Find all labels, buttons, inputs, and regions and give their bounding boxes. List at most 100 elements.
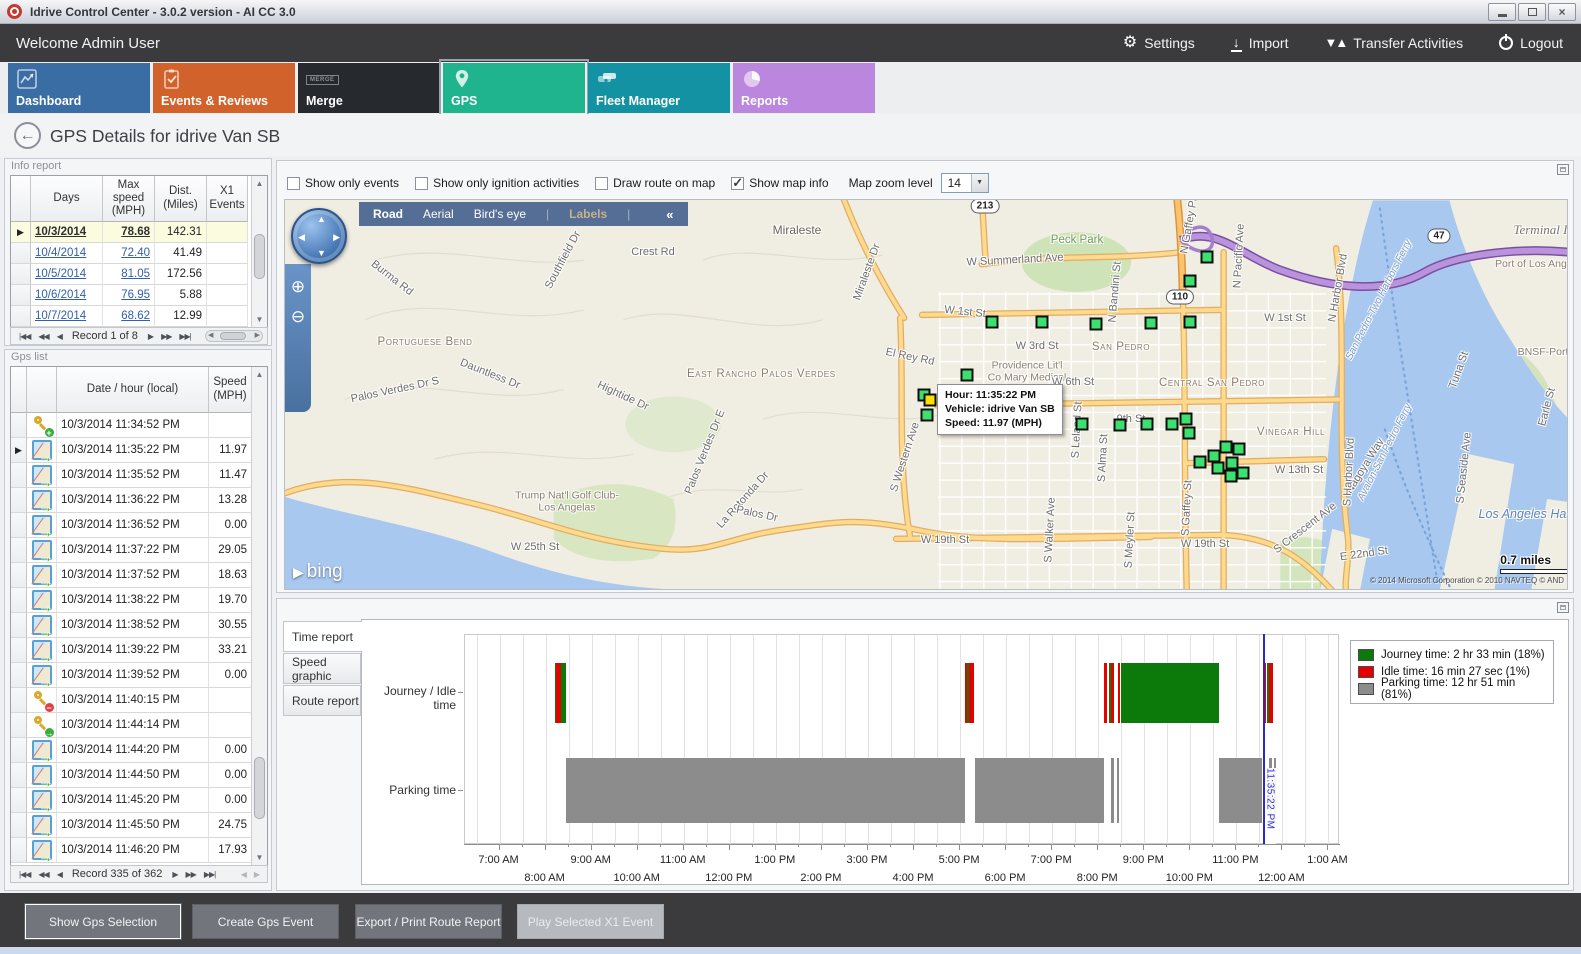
gps-route-marker[interactable]: [986, 316, 999, 329]
gps-route-marker[interactable]: [1076, 418, 1089, 431]
gps-route-marker[interactable]: [1184, 275, 1197, 288]
gps-route-marker[interactable]: [1212, 462, 1225, 475]
first-record-button[interactable]: |◀◀: [19, 870, 30, 879]
gps-list-row[interactable]: →10/3/2014 11:36:22 PM13.28: [11, 488, 267, 513]
gps-route-marker[interactable]: [1141, 418, 1154, 431]
tab-gps[interactable]: GPS: [443, 63, 585, 113]
gps-list-row[interactable]: →10/3/2014 11:46:20 PM17.93: [11, 838, 267, 863]
draw-route-checkbox[interactable]: [595, 177, 608, 190]
gps-route-marker[interactable]: [1183, 427, 1196, 440]
gps-route-marker[interactable]: [1090, 318, 1103, 331]
scroll-down-icon[interactable]: ▼: [252, 312, 267, 327]
gps-list-row[interactable]: →10/3/2014 11:38:52 PM30.55: [11, 613, 267, 638]
map-zoom-level-select[interactable]: 14 ▼: [941, 173, 989, 193]
info-table-scrollbar[interactable]: ▲ ▼: [251, 176, 267, 327]
gps-route-marker[interactable]: [1194, 456, 1207, 469]
max-speed-link[interactable]: 76.95: [121, 289, 150, 301]
scroll-up-icon[interactable]: ▲: [252, 367, 267, 382]
next-record-button[interactable]: ▶: [148, 332, 153, 341]
gps-list-row[interactable]: →10/3/2014 11:35:52 PM11.47: [11, 463, 267, 488]
scroll-down-icon[interactable]: ▼: [252, 850, 267, 865]
info-report-row[interactable]: 10/6/201476.955.88: [11, 285, 267, 306]
gps-list-row[interactable]: −10/3/2014 11:40:15 PM: [11, 688, 267, 713]
maximize-button[interactable]: [1518, 3, 1546, 21]
column-header[interactable]: Max speed (MPH): [103, 176, 155, 222]
collapse-toolbar-icon[interactable]: «: [666, 207, 673, 222]
gps-list-row[interactable]: →10/3/2014 11:36:52 PM0.00: [11, 513, 267, 538]
tab-reports[interactable]: Reports: [733, 63, 875, 113]
max-speed-link[interactable]: 68.62: [121, 310, 150, 322]
play-selected-x1-event-button[interactable]: Play Selected X1 Event: [517, 904, 664, 939]
prev-page-button[interactable]: ◀◀: [38, 870, 48, 879]
tab-fleet-manager[interactable]: Fleet Manager: [588, 63, 730, 113]
gps-route-marker[interactable]: [1145, 317, 1158, 330]
gps-route-marker[interactable]: [1201, 251, 1214, 264]
next-record-button[interactable]: ▶: [172, 870, 177, 879]
column-header[interactable]: [27, 367, 57, 413]
gps-route-marker[interactable]: [1114, 419, 1127, 432]
minimize-button[interactable]: [1488, 3, 1516, 21]
gps-table-scrollbar[interactable]: ▲ ▼: [251, 367, 267, 865]
gps-list-row[interactable]: →10/3/2014 11:37:22 PM29.05: [11, 538, 267, 563]
max-speed-link[interactable]: 81.05: [121, 268, 150, 280]
last-record-button[interactable]: ▶▶|: [179, 332, 190, 341]
gps-route-marker[interactable]: [1036, 316, 1049, 329]
show-map-info-checkbox[interactable]: [731, 177, 744, 190]
last-record-button[interactable]: ▶▶|: [204, 870, 215, 879]
info-report-row[interactable]: ▶10/3/201478.68142.31: [11, 222, 267, 243]
gps-list-row[interactable]: →10/3/2014 11:38:22 PM19.70: [11, 588, 267, 613]
column-header[interactable]: Days: [31, 176, 103, 222]
gps-list-row[interactable]: →10/3/2014 11:37:52 PM18.63: [11, 563, 267, 588]
pan-right-icon[interactable]: ▶: [333, 232, 340, 243]
back-button[interactable]: ←: [14, 122, 41, 149]
gps-route-marker[interactable]: [1166, 418, 1179, 431]
next-page-button[interactable]: ▶▶: [161, 332, 171, 341]
prev-record-button[interactable]: ◀: [57, 332, 62, 341]
gps-list-row[interactable]: +10/3/2014 11:34:52 PM: [11, 413, 267, 438]
max-speed-link[interactable]: 72.40: [121, 247, 150, 259]
horizontal-scrollbar[interactable]: ◀▶: [205, 330, 263, 342]
zoom-in-button[interactable]: ⊕: [289, 278, 307, 296]
day-link[interactable]: 10/4/2014: [35, 247, 86, 259]
gps-list-row[interactable]: →10/3/2014 11:44:50 PM0.00: [11, 763, 267, 788]
gps-route-marker[interactable]: [921, 409, 934, 422]
map-style-road[interactable]: Road: [373, 207, 403, 221]
tab-merge[interactable]: MERGE Merge: [298, 63, 440, 113]
pan-down-icon[interactable]: ▼: [317, 248, 326, 258]
scroll-up-icon[interactable]: ▲: [252, 176, 267, 191]
gps-list-row[interactable]: →10/3/2014 11:39:22 PM33.21: [11, 638, 267, 663]
column-header[interactable]: Date / hour (local): [57, 367, 209, 413]
info-report-row[interactable]: 10/5/201481.05172.56: [11, 264, 267, 285]
gps-route-marker[interactable]: [1184, 316, 1197, 329]
column-header[interactable]: Dist. (Miles): [155, 176, 207, 222]
info-report-row[interactable]: 10/7/201468.6212.99: [11, 306, 267, 327]
first-record-button[interactable]: |◀◀: [19, 332, 30, 341]
selected-gps-marker[interactable]: [924, 394, 937, 407]
map-style-birds-eye[interactable]: Bird's eye: [474, 207, 526, 221]
tab-time-report[interactable]: Time report: [283, 621, 363, 652]
info-report-row[interactable]: 10/4/201472.4041.49: [11, 243, 267, 264]
map-pan-compass[interactable]: ▲ ▼ ◀ ▶: [291, 208, 347, 264]
transfer-activities-button[interactable]: ▼▲ Transfer Activities: [1324, 35, 1463, 51]
settings-button[interactable]: ⚙ Settings: [1123, 35, 1195, 51]
prev-page-button[interactable]: ◀◀: [38, 332, 48, 341]
day-link[interactable]: 10/6/2014: [35, 289, 86, 301]
gps-list-row[interactable]: →10/3/2014 11:44:14 PM: [11, 713, 267, 738]
zoom-out-button[interactable]: ⊖: [289, 308, 307, 326]
column-header[interactable]: [11, 367, 27, 413]
close-button[interactable]: ×: [1548, 3, 1576, 21]
chart-panel-maximize-button[interactable]: [1557, 602, 1569, 613]
map-style-aerial[interactable]: Aerial: [423, 207, 454, 221]
next-page-button[interactable]: ▶▶: [186, 870, 196, 879]
logout-button[interactable]: Logout: [1499, 35, 1563, 51]
column-header[interactable]: X1 Events: [207, 176, 248, 222]
map-style-labels[interactable]: Labels: [569, 207, 607, 221]
column-header[interactable]: Speed (MPH): [209, 367, 252, 413]
day-link[interactable]: 10/5/2014: [35, 268, 86, 280]
tab-dashboard[interactable]: Dashboard: [8, 63, 150, 113]
gps-list-row[interactable]: ▶→10/3/2014 11:35:22 PM11.97: [11, 438, 267, 463]
gps-route-marker[interactable]: [1180, 413, 1193, 426]
show-only-ignition-checkbox[interactable]: [415, 177, 428, 190]
tab-route-report[interactable]: Route report: [283, 685, 361, 716]
gps-route-marker[interactable]: [1233, 443, 1246, 456]
